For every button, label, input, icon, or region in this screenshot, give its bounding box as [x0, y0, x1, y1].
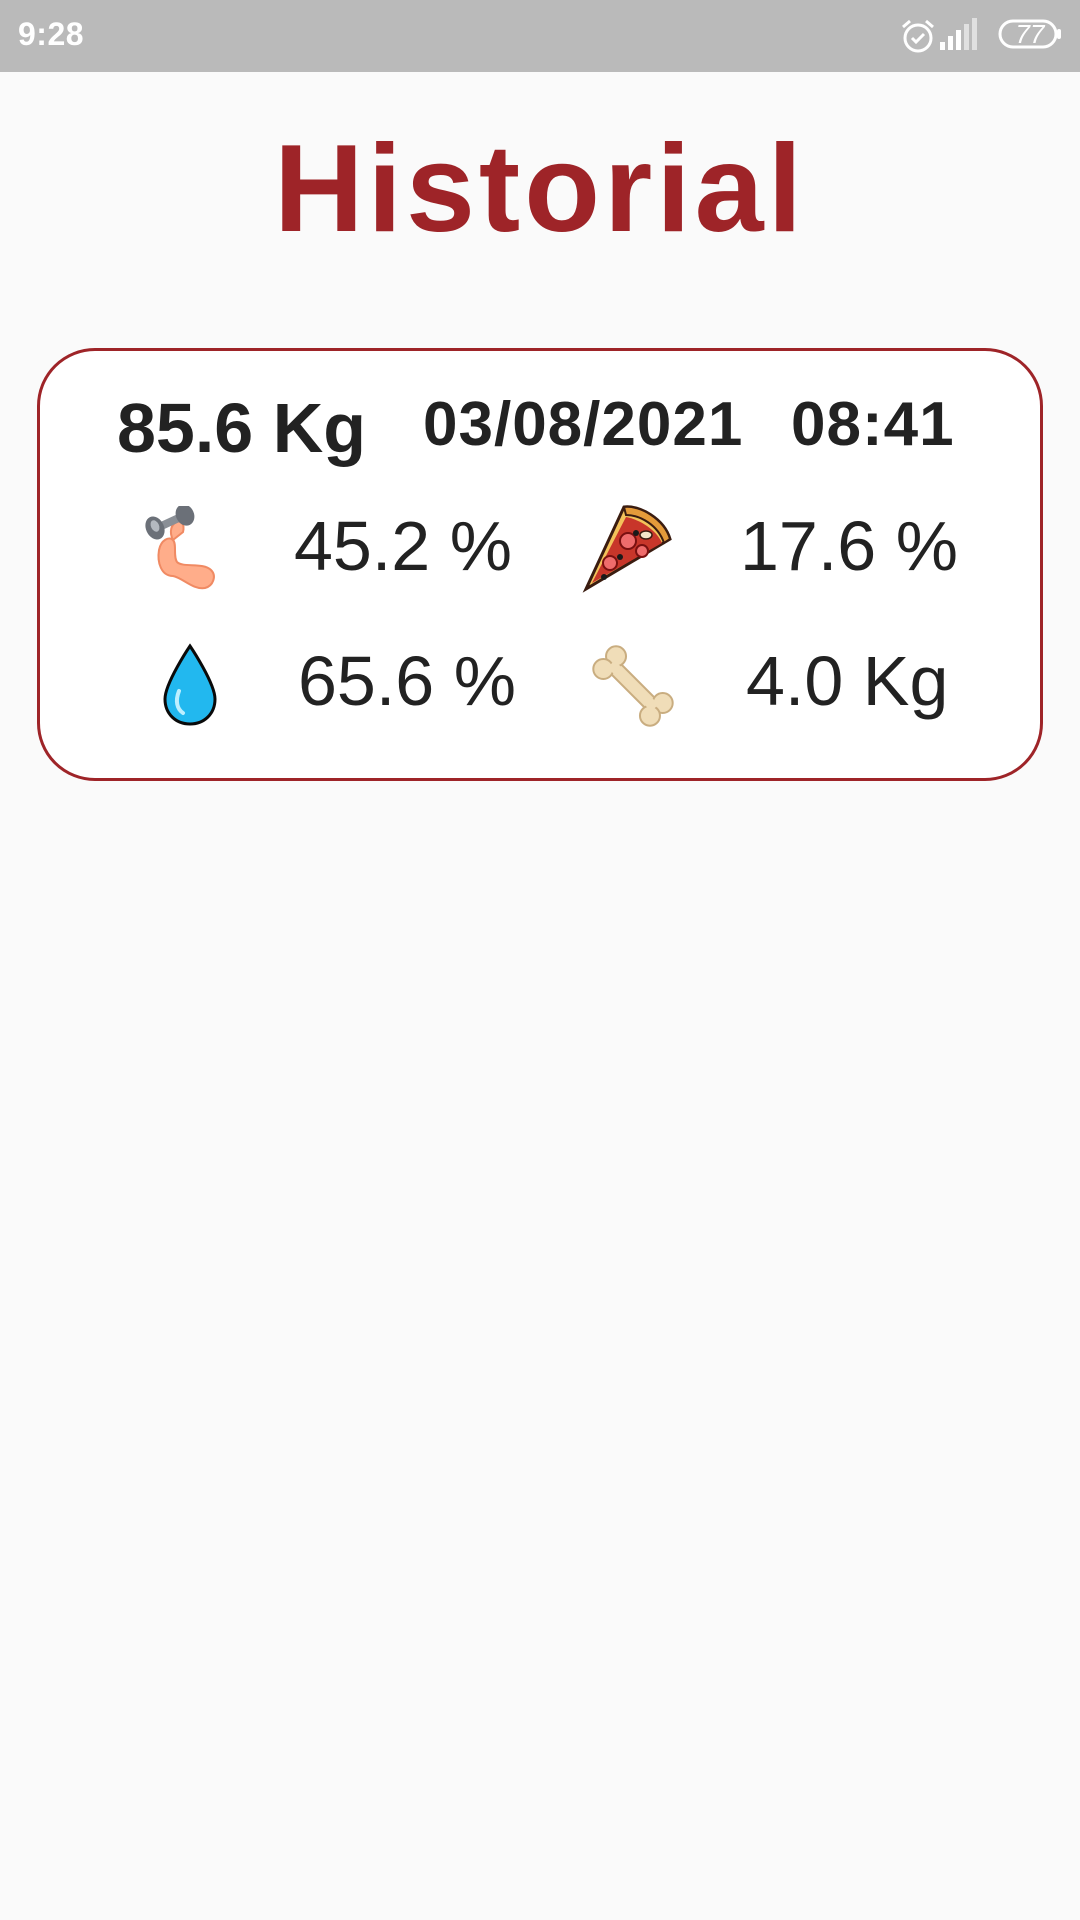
water-value: 65.6 %	[298, 642, 516, 720]
history-entry-card[interactable]: 85.6 Kg 03/08/2021 08:41 45.2 % 17.6 % 6…	[37, 348, 1043, 781]
entry-time: 08:41	[791, 390, 955, 459]
entry-weight: 85.6 Kg	[117, 389, 366, 467]
water-drop-icon	[163, 643, 217, 726]
flexed-biceps-dumbbell-icon	[145, 506, 215, 590]
fat-value: 17.6 %	[740, 507, 958, 585]
entry-date: 03/08/2021	[423, 390, 744, 459]
status-time: 9:28	[18, 16, 85, 52]
bone-icon	[592, 645, 674, 727]
status-bar: 9:28 77	[0, 0, 1080, 72]
battery-level: 77	[1015, 19, 1045, 49]
bone-value: 4.0 Kg	[746, 642, 949, 720]
muscle-value: 45.2 %	[294, 507, 512, 585]
signal-icon	[940, 18, 977, 50]
page-title: Historial	[273, 120, 807, 258]
pizza-slice-icon	[582, 505, 672, 593]
alarm-icon	[902, 19, 934, 53]
